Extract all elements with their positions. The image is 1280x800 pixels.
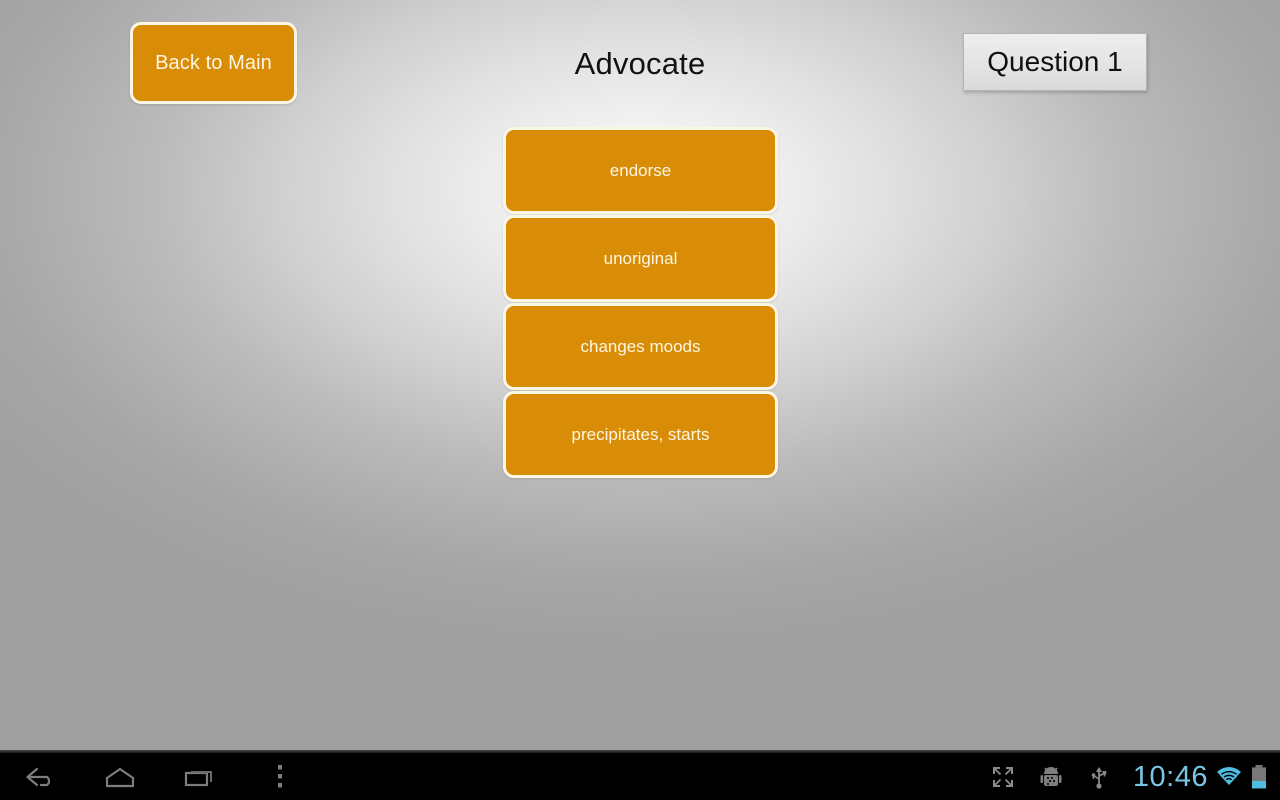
app-screen: Back to Main Advocate Question 1 endorse…: [0, 0, 1280, 800]
usb-icon[interactable]: [1075, 753, 1123, 800]
answer-option-4[interactable]: precipitates, starts: [503, 391, 778, 478]
home-icon[interactable]: [80, 753, 160, 800]
navigation-buttons: [0, 753, 320, 800]
android-system-bar: 10:46: [0, 750, 1280, 800]
status-icons: 10:46: [979, 753, 1274, 800]
overflow-menu-icon[interactable]: [240, 753, 320, 800]
answer-options-list: endorse unoriginal changes moods precipi…: [503, 127, 778, 478]
top-bar: Back to Main Advocate Question 1: [0, 0, 1280, 120]
answer-option-1[interactable]: endorse: [503, 127, 778, 214]
wifi-icon[interactable]: [1214, 753, 1244, 800]
question-counter: Question 1: [963, 33, 1147, 91]
status-clock: 10:46: [1132, 761, 1208, 793]
android-debug-icon[interactable]: [1027, 753, 1075, 800]
answer-option-3[interactable]: changes moods: [503, 303, 778, 390]
recents-icon[interactable]: [160, 753, 240, 800]
fullscreen-icon[interactable]: [979, 753, 1027, 800]
answer-option-2[interactable]: unoriginal: [503, 215, 778, 302]
battery-icon[interactable]: [1244, 753, 1274, 800]
back-icon[interactable]: [0, 753, 80, 800]
